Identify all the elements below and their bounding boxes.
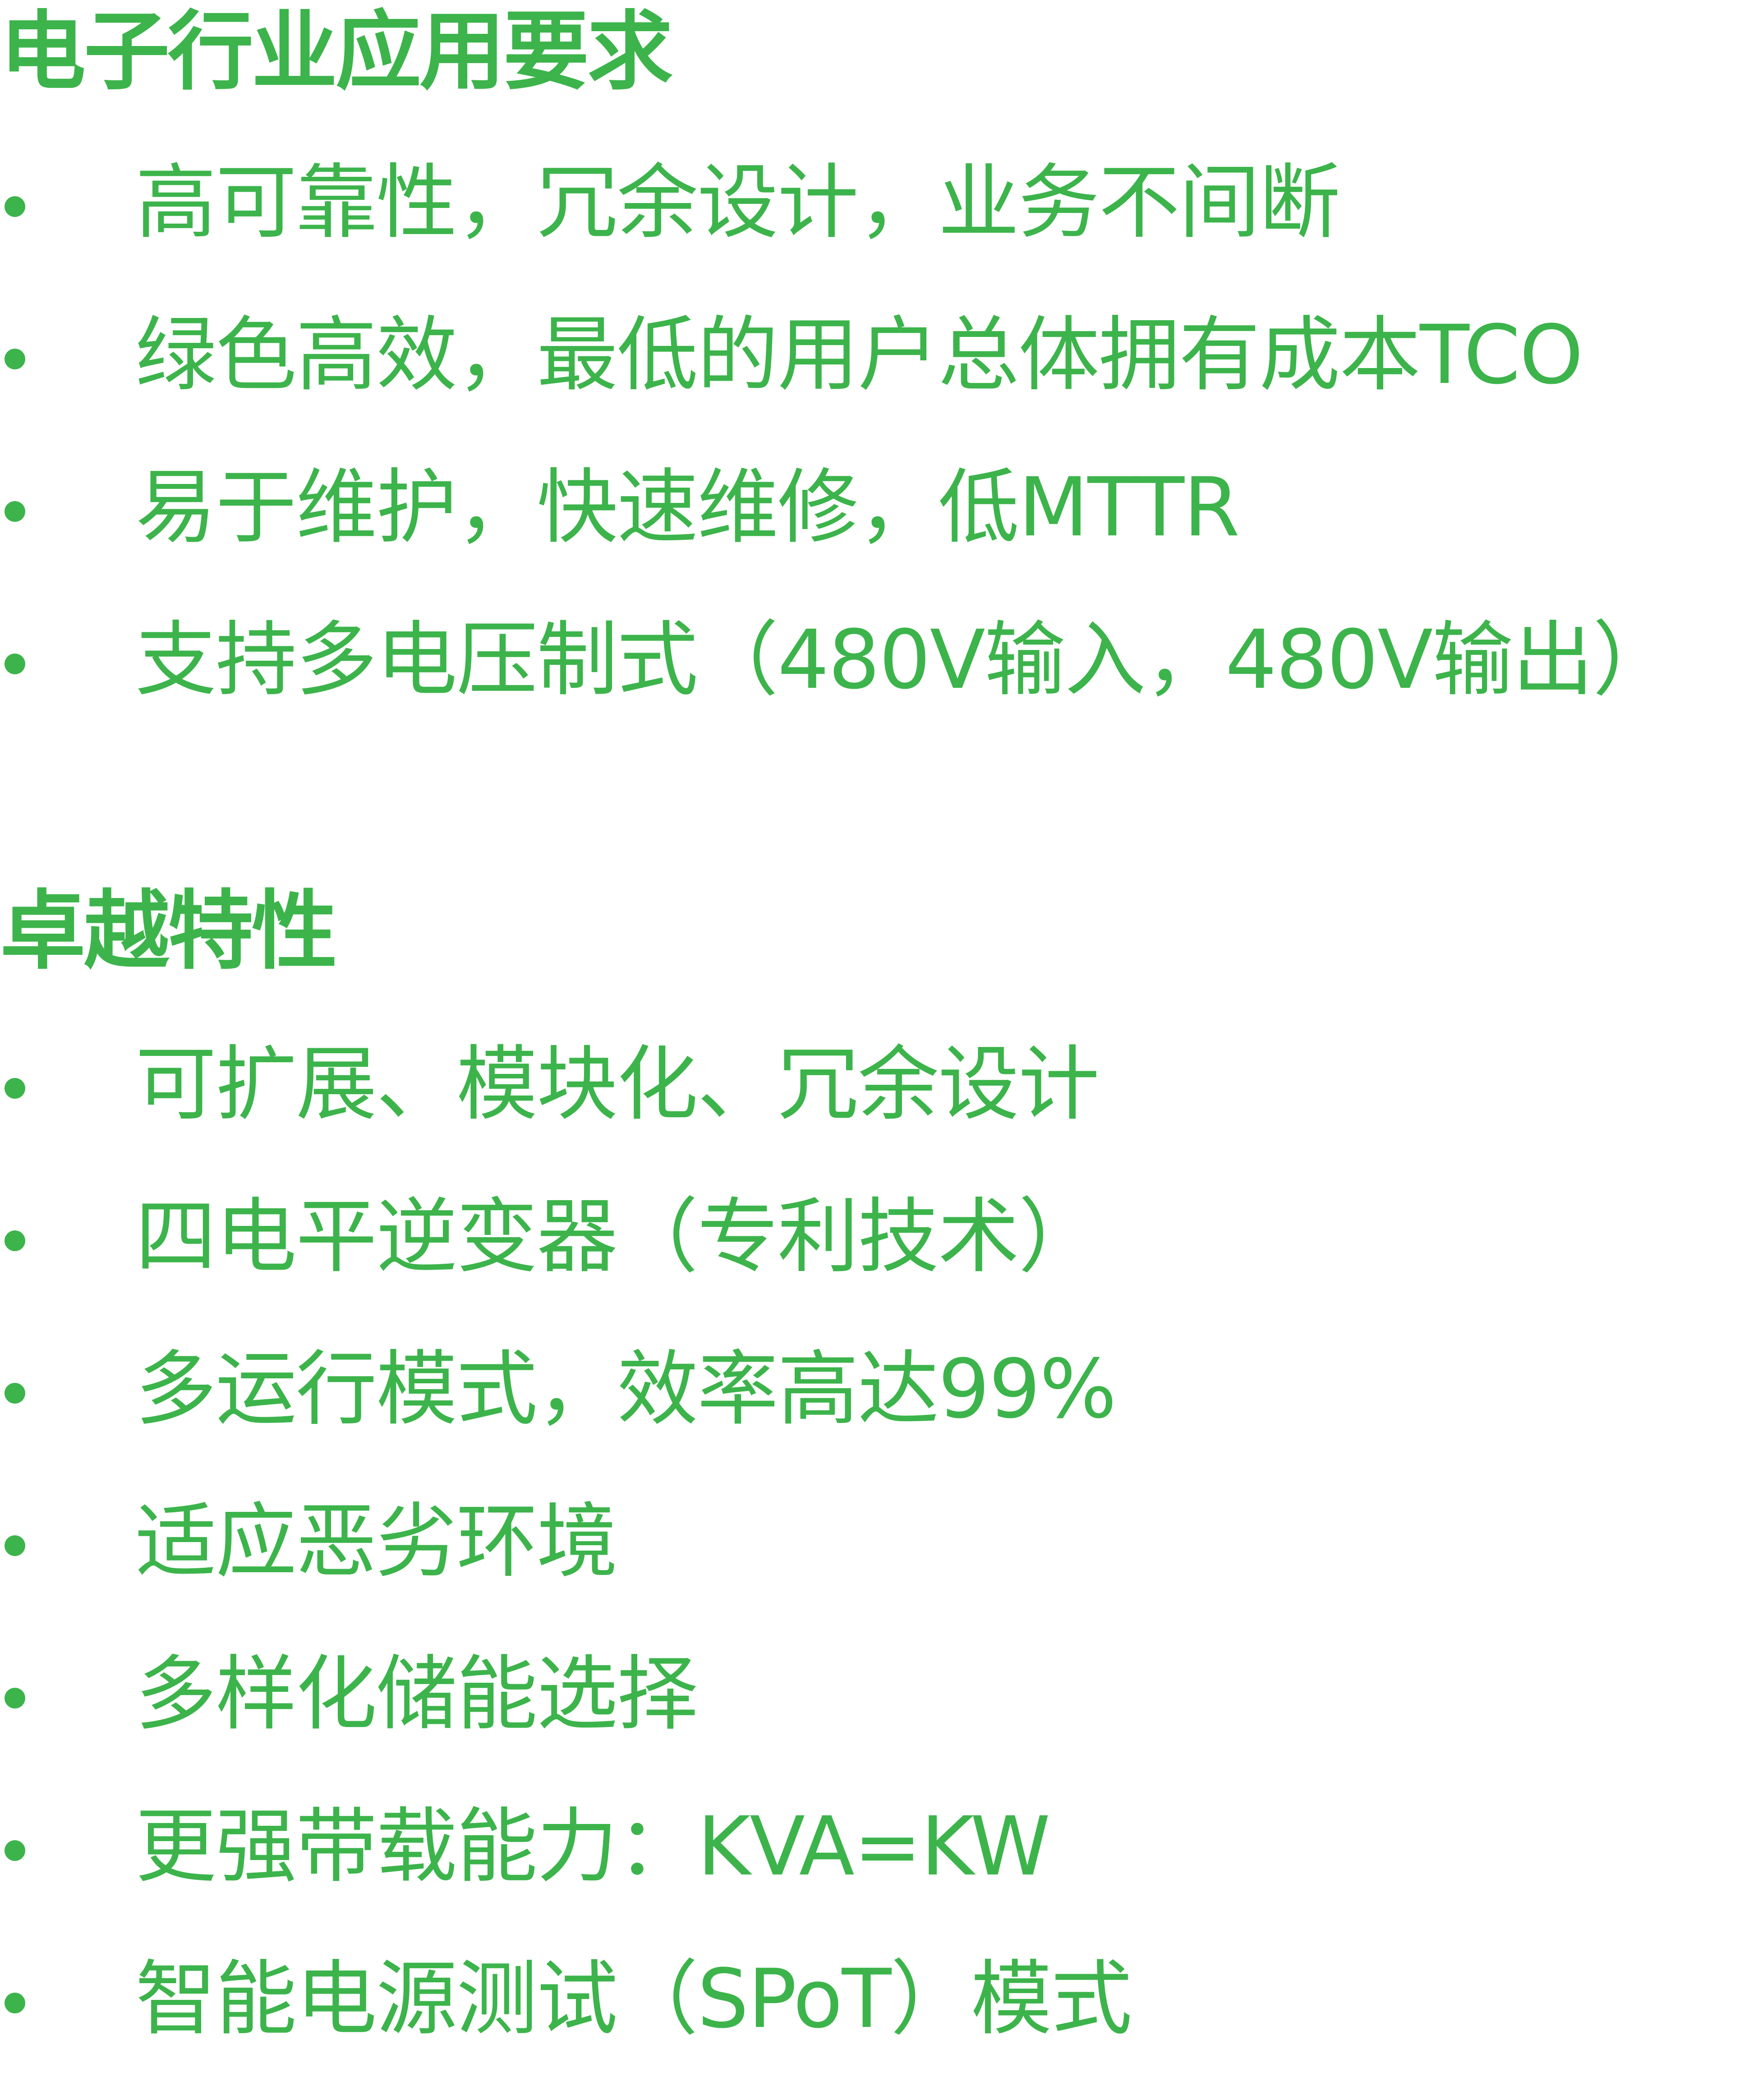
bullet-icon [5,196,25,217]
list-item-text: 绿色高效，最低的用户总体拥有成本TCO [135,308,1583,402]
list-item-text: 四电平逆变器（专利技术） [135,1190,1100,1284]
document-page: 电子行业应用要求 高可靠性，冗余设计，业务不间断 绿色高效，最低的用户总体拥有成… [0,0,1749,2054]
bullet-icon [5,501,25,522]
bullet-icon [5,1993,25,2013]
list-item-text: 支持多电压制式（480V输入，480V输出） [135,613,1674,707]
list-item-text: 适应恶劣环境 [135,1495,618,1589]
list-item-text: 多运行模式，效率高达99% [135,1342,1117,1437]
bullet-icon [5,654,25,674]
bullet-icon [5,1078,25,1099]
bullet-icon [5,1535,25,1556]
bullet-icon [5,1230,25,1251]
section-heading-requirements: 电子行业应用要求 [0,2,673,101]
list-item-text: 可扩展、模块化、冗余设计 [135,1037,1100,1132]
section-heading-features: 卓越特性 [0,881,337,981]
list-item-text: 智能电源测试（SPoT）模式 [135,1952,1132,2046]
list-item-text: 高可靠性，冗余设计，业务不间断 [135,156,1340,250]
bullet-icon [5,1840,25,1861]
bullet-icon [5,349,25,369]
bullet-icon [5,1688,25,1709]
bullet-icon [5,1383,25,1404]
list-item-text: 多样化储能选择 [135,1647,698,1741]
list-item-text: 易于维护，快速维修，低MTTR [135,461,1240,555]
list-item-text: 更强带载能力：KVA=KW [135,1800,1050,1894]
